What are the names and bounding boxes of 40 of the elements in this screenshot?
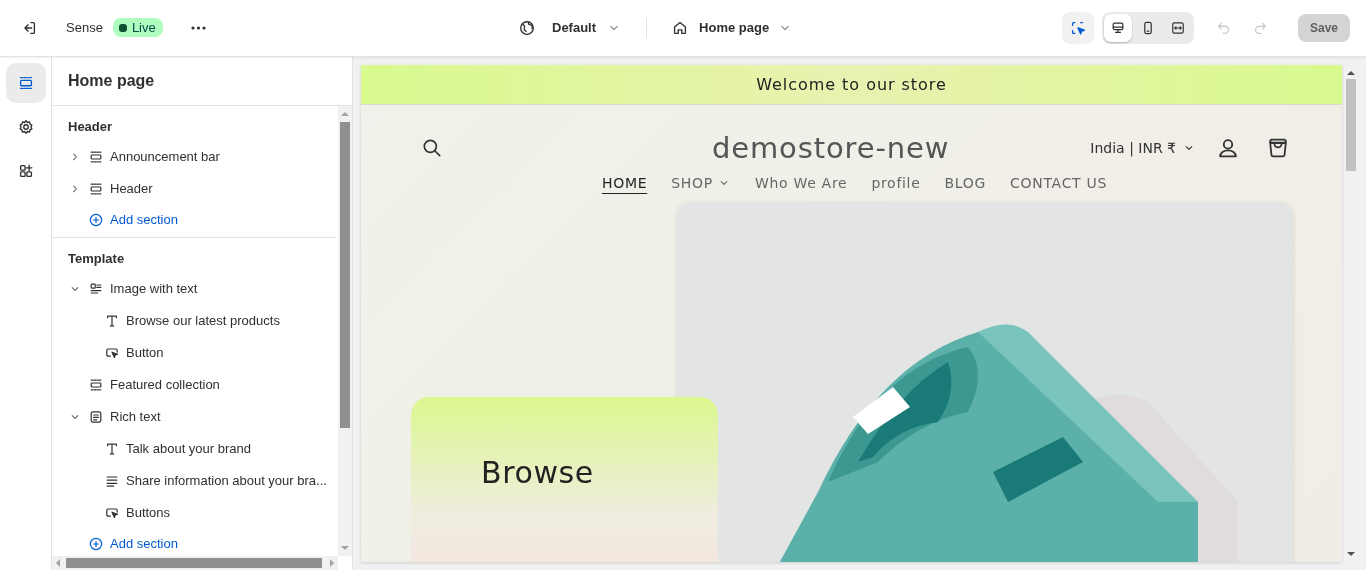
add-section-link[interactable]: Add section [52, 209, 184, 230]
section-item[interactable]: Browse our latest products [126, 313, 280, 329]
section-item[interactable]: Featured collection [110, 377, 220, 393]
store-logo-text[interactable]: demostore-new [447, 130, 1085, 165]
globe-icon [518, 18, 536, 37]
nav-link[interactable]: profile [871, 174, 921, 191]
section-item[interactable]: Buttons [126, 505, 171, 521]
plus-circle-icon [88, 535, 104, 552]
page-dropdown[interactable]: Home page [665, 14, 800, 41]
section-item[interactable]: Button [126, 345, 164, 361]
hero-heading: Browse [481, 454, 595, 490]
nav-link[interactable]: CONTACT US [1010, 174, 1108, 191]
panel-title: Home page [52, 56, 352, 106]
section-item[interactable]: Share information about your bra... [126, 473, 327, 489]
section-item[interactable]: Header [110, 181, 153, 197]
more-icon [190, 25, 206, 30]
announcement-bar: Welcome to our store [361, 64, 1342, 105]
group-heading: Template [67, 250, 126, 269]
horizontal-scrollbar[interactable] [52, 556, 338, 570]
nav-link[interactable]: SHOP [671, 174, 731, 191]
locale-selector[interactable]: India | INR ₹ [1084, 138, 1202, 157]
status-badge: Live [112, 18, 163, 38]
sections-tab[interactable] [5, 62, 46, 103]
search-icon [421, 136, 443, 159]
rich-text-icon [88, 408, 104, 425]
desktop-view-button[interactable] [1103, 13, 1132, 42]
theme-dropdown[interactable]: Default [546, 15, 629, 40]
plus-circle-icon [88, 211, 104, 228]
inspect-button[interactable] [1061, 11, 1094, 44]
add-section-link[interactable]: Add section [52, 533, 184, 554]
section-item[interactable]: Talk about your brand [126, 441, 252, 457]
nav-link[interactable]: HOME [601, 174, 648, 191]
nav-link[interactable]: BLOG [944, 174, 987, 191]
nav-link[interactable]: Who We Are [754, 174, 848, 191]
group-heading: Header [67, 118, 114, 137]
section-item[interactable]: Image with text [110, 281, 198, 297]
section-item[interactable]: Announcement bar [110, 149, 220, 165]
vertical-scrollbar[interactable] [338, 105, 352, 556]
store-name: Sense [66, 20, 103, 36]
section-item[interactable]: Rich text [110, 409, 161, 425]
